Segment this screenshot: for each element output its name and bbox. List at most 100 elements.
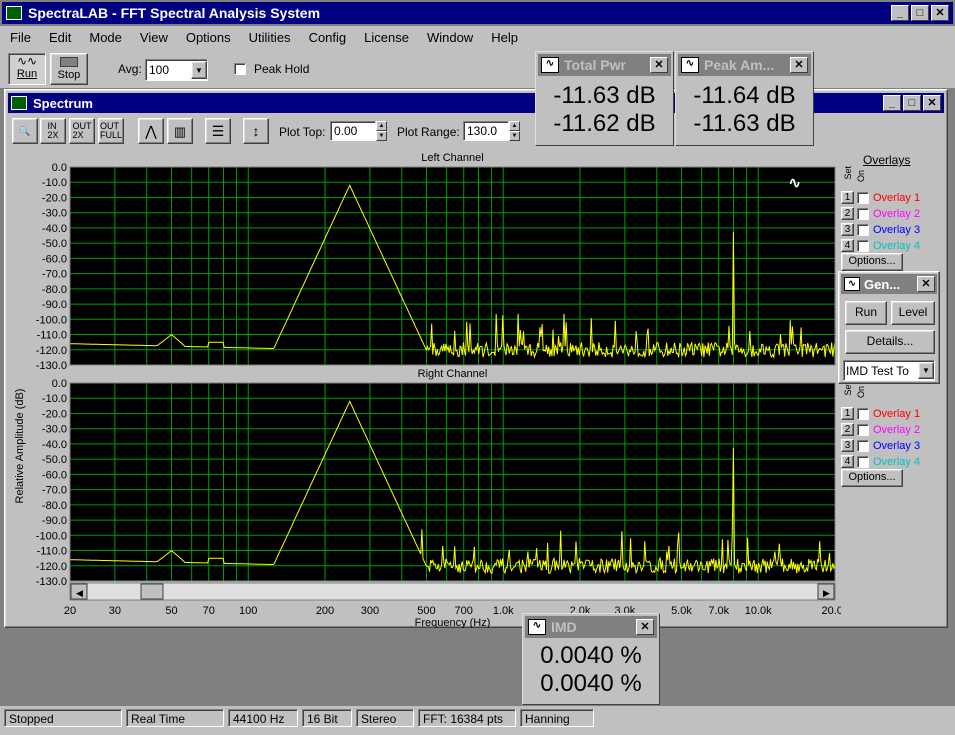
app-title: SpectraLAB - FFT Spectral Analysis Syste… xyxy=(28,5,321,21)
y-tick-label: -20.0 xyxy=(42,192,67,204)
y-tick-label: -130.0 xyxy=(36,360,67,372)
close-icon[interactable]: ✕ xyxy=(650,57,668,73)
zoom-icon[interactable]: 🔍 xyxy=(12,118,38,144)
overlay-on-checkbox[interactable] xyxy=(857,191,869,204)
peak-amplitude-meter: ∿ Peak Am... ✕ -11.64 dB -11.63 dB xyxy=(675,51,814,146)
status-field-1: Real Time xyxy=(126,709,224,727)
zoom-out-2x-icon[interactable]: OUT 2X xyxy=(69,118,95,144)
overlay-set-button[interactable]: 1 xyxy=(841,191,854,204)
overlay-options-button-bottom[interactable]: Options... xyxy=(841,469,903,487)
menu-item-edit[interactable]: Edit xyxy=(49,30,71,45)
y-tick-label: -80.0 xyxy=(42,500,67,512)
meter-icon: ∿ xyxy=(681,57,699,73)
stop-button[interactable]: Stop xyxy=(50,53,88,85)
y-tick-label: -60.0 xyxy=(42,253,67,265)
y-tick-label: -100.0 xyxy=(36,530,67,542)
close-icon[interactable]: ✕ xyxy=(790,57,808,73)
overlay-on-checkbox[interactable] xyxy=(857,423,869,436)
on-column-label: On xyxy=(856,386,866,399)
chevron-down-icon[interactable]: ▼ xyxy=(191,61,207,79)
overlay-row-2: 2 Overlay 2 xyxy=(841,206,920,221)
overlay-options-button-top[interactable]: Options... xyxy=(841,253,903,271)
imd-title: IMD xyxy=(551,619,577,635)
y-tick-label: -70.0 xyxy=(42,485,67,497)
settings-list-icon[interactable]: ☰ xyxy=(205,118,231,144)
scroll-left-icon: ◀ xyxy=(76,588,83,598)
overlay-on-checkbox[interactable] xyxy=(857,407,869,420)
overlay-on-checkbox[interactable] xyxy=(857,207,869,220)
scale-icon[interactable]: ↕ xyxy=(243,118,269,144)
overlay-on-checkbox[interactable] xyxy=(857,239,869,252)
generator-title-bar: ∿ Gen... ✕ xyxy=(841,274,937,294)
minimize-icon[interactable]: _ xyxy=(883,95,901,111)
overlay-set-button[interactable]: 1 xyxy=(841,407,854,420)
overlay-set-button[interactable]: 4 xyxy=(841,239,854,252)
maximize-icon[interactable]: □ xyxy=(911,5,929,21)
overlay-set-button[interactable]: 3 xyxy=(841,223,854,236)
x-tick-label: 5.0k xyxy=(671,605,692,617)
zoom-out-full-icon[interactable]: OUT FULL xyxy=(98,118,124,144)
overlay-row-2: 2 Overlay 2 xyxy=(841,422,920,437)
minimize-icon[interactable]: _ xyxy=(891,5,909,21)
plot-top-spinner[interactable]: ▲ ▼ xyxy=(376,121,387,141)
y-axis-label: Relative Amplitude (dB) xyxy=(14,389,26,504)
menu-item-options[interactable]: Options xyxy=(186,30,231,45)
set-column-label: Set xyxy=(843,382,853,396)
close-icon[interactable]: ✕ xyxy=(636,619,654,635)
menu-bar: File Edit Mode View Options Utilities Config Li… xyxy=(0,26,955,50)
imd-right-value: 0.0040 % xyxy=(540,670,642,697)
overlay-set-button[interactable]: 4 xyxy=(841,455,854,468)
plot-range-input[interactable]: 130.0 xyxy=(463,121,509,141)
overlay-label: Overlay 4 xyxy=(873,455,921,468)
x-tick-label: 200 xyxy=(316,605,334,617)
imd-title-bar: ∿ IMD ✕ xyxy=(525,616,657,638)
chevron-down-icon[interactable]: ▼ xyxy=(918,362,934,379)
zoom-in-2x-icon[interactable]: IN 2X xyxy=(40,118,66,144)
overlay-set-button[interactable]: 3 xyxy=(841,439,854,452)
peak-hold-checkbox[interactable] xyxy=(234,63,246,75)
run-button[interactable]: ∿∿ Run xyxy=(8,53,46,85)
bar-plot-icon[interactable]: ▥ xyxy=(167,118,193,144)
menu-item-license[interactable]: License xyxy=(364,30,409,45)
status-field-2: 44100 Hz xyxy=(228,709,298,727)
overlay-on-checkbox[interactable] xyxy=(857,223,869,236)
generator-mode-select[interactable]: IMD Test To ▼ xyxy=(843,360,935,381)
menu-item-file[interactable]: File xyxy=(10,30,31,45)
y-tick-label: 0.0 xyxy=(52,378,67,390)
plot-top-input[interactable]: 0.00 xyxy=(330,121,376,141)
overlay-label: Overlay 2 xyxy=(873,207,921,220)
stop-icon xyxy=(60,57,78,67)
generator-window: ∿ Gen... ✕ Run Level Details... IMD Test… xyxy=(838,271,940,384)
avg-select[interactable]: 100 ▼ xyxy=(145,59,208,81)
menu-item-config[interactable]: Config xyxy=(309,30,347,45)
menu-item-utilities[interactable]: Utilities xyxy=(249,30,291,45)
tone-generator-icon: ∿ xyxy=(788,173,801,192)
y-tick-label: -120.0 xyxy=(36,345,67,357)
menu-item-help[interactable]: Help xyxy=(491,30,518,45)
maximize-icon[interactable]: □ xyxy=(903,95,921,111)
generator-run-button[interactable]: Run xyxy=(845,301,887,325)
overlay-set-button[interactable]: 2 xyxy=(841,207,854,220)
x-tick-label: 500 xyxy=(417,605,435,617)
close-icon[interactable]: ✕ xyxy=(917,276,935,292)
spectrum-chart: Relative Amplitude (dB) Left Channel 0.0 -1… xyxy=(14,152,841,628)
plot-background xyxy=(70,383,835,581)
overlay-on-checkbox[interactable] xyxy=(857,439,869,452)
close-icon[interactable]: ✕ xyxy=(923,95,941,111)
wave-icon: ∿∿ xyxy=(16,54,38,68)
menu-item-window[interactable]: Window xyxy=(427,30,473,45)
generator-details-button[interactable]: Details... xyxy=(845,330,935,354)
menu-item-view[interactable]: View xyxy=(140,30,168,45)
plot-range-spinner[interactable]: ▲ ▼ xyxy=(509,121,520,141)
horizontal-scrollbar xyxy=(69,582,836,601)
app-icon xyxy=(6,6,22,20)
x-tick-label: 20.0k xyxy=(822,605,841,617)
menu-item-mode[interactable]: Mode xyxy=(89,30,122,45)
close-icon[interactable]: ✕ xyxy=(931,5,949,21)
overlay-set-button[interactable]: 2 xyxy=(841,423,854,436)
line-plot-icon[interactable]: ⋀ xyxy=(138,118,164,144)
overlay-on-checkbox[interactable] xyxy=(857,455,869,468)
total-power-right-value: -11.62 dB xyxy=(553,110,656,137)
x-tick-label: 20 xyxy=(64,605,76,617)
generator-level-button[interactable]: Level xyxy=(891,301,935,325)
